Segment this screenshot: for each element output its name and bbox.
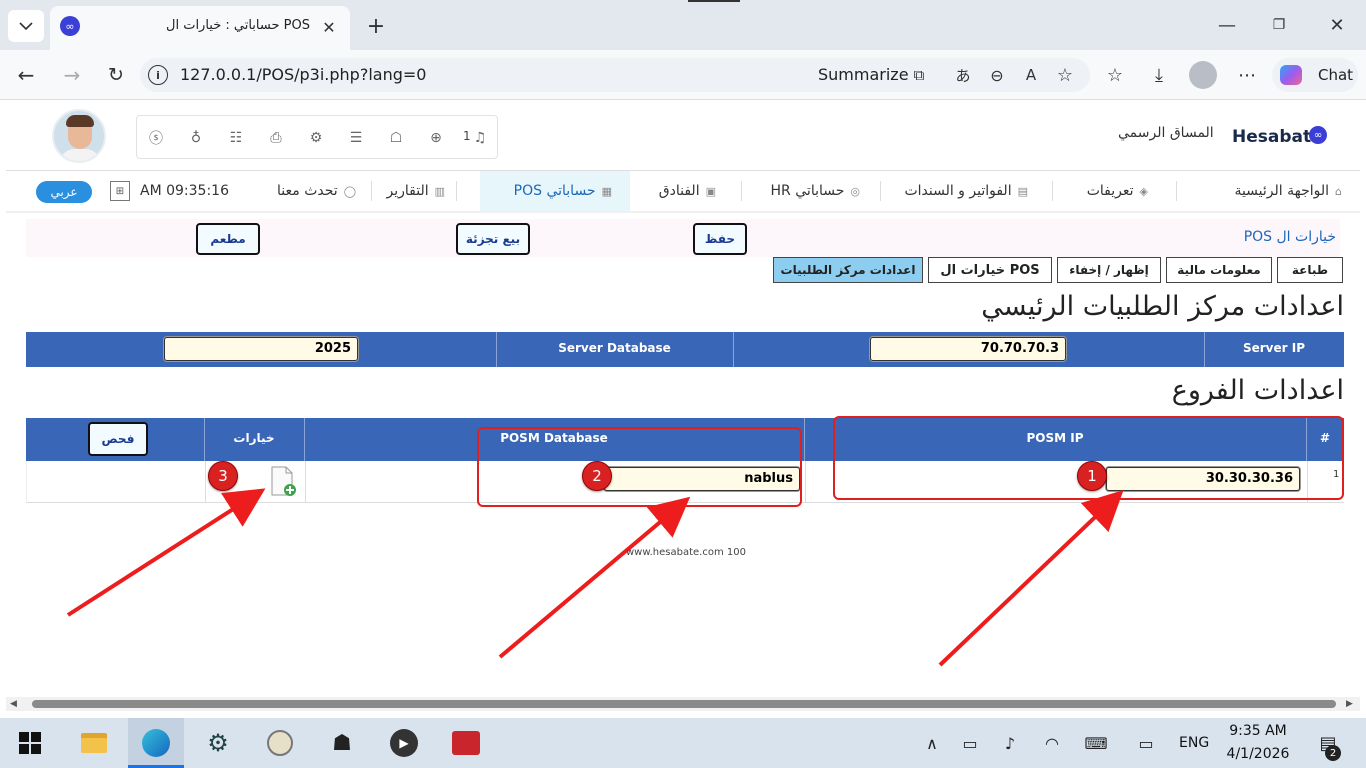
copilot-summarize-icon[interactable]: ⧉ xyxy=(908,64,930,86)
back-icon[interactable]: ← xyxy=(12,62,40,88)
display-icon[interactable]: ▭ xyxy=(1124,722,1168,764)
file-explorer-icon[interactable] xyxy=(72,722,116,764)
notification-badge: 2 xyxy=(1325,745,1341,761)
volume-icon[interactable]: ♪ xyxy=(988,722,1032,764)
wifi-icon[interactable]: ◠ xyxy=(1030,722,1074,764)
summarize-button[interactable]: Summarize xyxy=(818,65,909,84)
red-app-icon[interactable] xyxy=(444,722,488,764)
minimize-icon[interactable]: — xyxy=(1212,12,1242,38)
address-bar[interactable]: i 127.0.0.1/POS/p3i.php?lang=0 Summarize… xyxy=(140,58,1090,92)
favorites-icon[interactable]: ☆ xyxy=(1102,62,1128,88)
taskbar-date[interactable]: 4/1/2026 xyxy=(1226,746,1290,762)
site-favicon-icon: ∞ xyxy=(60,16,80,36)
edge-taskbar-icon[interactable] xyxy=(128,718,184,768)
tab-title: حساباتي : خيارات ال POS xyxy=(166,18,310,33)
horizontal-scrollbar[interactable]: ◀ ▶ xyxy=(6,697,1360,711)
windows-icon xyxy=(19,732,41,754)
settings-taskbar-icon[interactable]: ⚙ xyxy=(196,722,240,764)
arrow-2 xyxy=(498,496,691,659)
chevron-down-icon xyxy=(19,22,33,31)
refresh-icon[interactable]: ↻ xyxy=(102,62,130,88)
tab-list-button[interactable] xyxy=(8,10,44,42)
close-tab-icon[interactable]: ✕ xyxy=(318,16,340,38)
profile-avatar[interactable] xyxy=(1189,61,1217,89)
translate-icon[interactable]: あ xyxy=(952,64,974,86)
window-drag-indicator xyxy=(688,0,740,2)
page-content: ⓢ ♁ ☷ ⎙ ⚙ ☰ ☖ ⊕ 1 ♫ المساق الرسمي Hesaba… xyxy=(6,101,1360,715)
url-text[interactable]: 127.0.0.1/POS/p3i.php?lang=0 xyxy=(180,65,426,84)
info-icon[interactable]: i xyxy=(148,65,168,85)
arrow-1 xyxy=(938,489,1124,667)
downloads-icon[interactable]: ⤓ xyxy=(1146,62,1172,88)
start-button[interactable] xyxy=(8,722,52,764)
arrow-3 xyxy=(66,488,266,617)
footer-text: www.hesabate.com 100 xyxy=(626,547,746,558)
chat-label: Chat xyxy=(1318,66,1354,84)
annotation-arrows xyxy=(66,488,1124,667)
media-player-icon[interactable]: ▶ xyxy=(382,722,426,764)
browser-tab[interactable]: ∞ حساباتي : خيارات ال POS ✕ xyxy=(50,6,350,50)
more-menu-icon[interactable]: ⋯ xyxy=(1234,62,1260,88)
clock-app-icon[interactable] xyxy=(258,722,302,764)
input-language[interactable]: ENG xyxy=(1179,735,1209,751)
read-aloud-icon[interactable]: A xyxy=(1020,64,1042,86)
close-window-icon[interactable]: ✕ xyxy=(1322,12,1352,38)
scroll-right-icon[interactable]: ▶ xyxy=(1346,699,1353,709)
copilot-icon xyxy=(1280,65,1302,85)
scroll-left-icon[interactable]: ◀ xyxy=(10,699,17,709)
battery-icon[interactable]: ▭ xyxy=(948,722,992,764)
restore-icon[interactable]: ❐ xyxy=(1264,12,1294,38)
forward-icon[interactable]: → xyxy=(58,62,86,88)
scrollbar-thumb[interactable] xyxy=(32,700,1336,708)
new-tab-icon[interactable]: + xyxy=(362,12,390,40)
keyboard-icon[interactable]: ⌨ xyxy=(1074,722,1118,764)
copilot-chat-button[interactable]: Chat xyxy=(1272,58,1358,92)
app-taskbar-icon[interactable]: ☗ xyxy=(320,722,364,764)
favorite-star-icon[interactable]: ☆ xyxy=(1054,64,1076,86)
zoom-out-icon[interactable]: ⊖ xyxy=(986,64,1008,86)
taskbar-time[interactable]: 9:35 AM xyxy=(1226,723,1290,739)
